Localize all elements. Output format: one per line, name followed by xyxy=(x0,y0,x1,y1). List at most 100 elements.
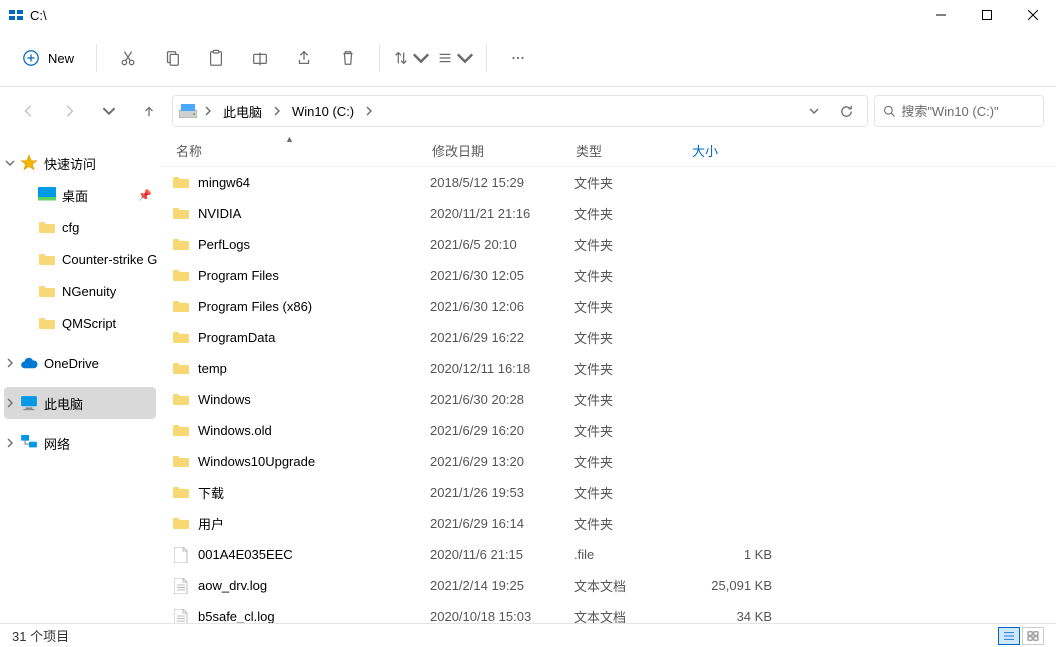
list-item[interactable]: Windows2021/6/30 20:28文件夹 xyxy=(160,384,1056,415)
column-header-row: 名称 ▲ 修改日期 类型 大小 xyxy=(160,135,1056,167)
network-icon xyxy=(20,434,38,452)
list-item[interactable]: 用户2021/6/29 16:14文件夹 xyxy=(160,508,1056,539)
title-bar: C:\ xyxy=(0,0,1056,30)
file-date: 2020/12/11 16:18 xyxy=(430,361,574,376)
search-input[interactable] xyxy=(901,104,1035,119)
desktop-icon xyxy=(38,186,56,204)
file-type: 文件夹 xyxy=(574,297,690,316)
chevron-right-icon[interactable] xyxy=(2,435,18,451)
folder-icon xyxy=(172,236,190,254)
file-type: 文本文档 xyxy=(574,607,690,623)
file-date: 2018/5/12 15:29 xyxy=(430,175,574,190)
text-file-icon xyxy=(172,608,190,624)
new-button[interactable]: New xyxy=(12,39,84,77)
toolbar-divider xyxy=(486,44,487,72)
new-button-label: New xyxy=(48,51,74,66)
list-item[interactable]: Windows10Upgrade2021/6/29 13:20文件夹 xyxy=(160,446,1056,477)
list-item[interactable]: ProgramData2021/6/29 16:22文件夹 xyxy=(160,322,1056,353)
file-size: 25,091 KB xyxy=(690,578,772,593)
file-size: 1 KB xyxy=(690,547,772,562)
cut-button[interactable] xyxy=(109,39,147,77)
file-type: .file xyxy=(574,547,690,562)
list-item[interactable]: 001A4E035EEC2020/11/6 21:15.file1 KB xyxy=(160,539,1056,570)
folder-icon xyxy=(172,453,190,471)
tree-item[interactable]: cfg xyxy=(0,211,160,243)
column-header-size[interactable]: 大小 xyxy=(680,135,770,166)
folder-icon xyxy=(172,391,190,409)
tree-onedrive[interactable]: OneDrive xyxy=(0,347,160,379)
file-name: 用户 xyxy=(198,514,430,533)
sort-button[interactable] xyxy=(392,39,430,77)
rename-button[interactable] xyxy=(241,39,279,77)
file-list-pane: 名称 ▲ 修改日期 类型 大小 mingw642018/5/12 15:29文件… xyxy=(160,135,1056,623)
window-close-button[interactable] xyxy=(1010,0,1056,30)
breadcrumb-this-pc[interactable]: 此电脑 xyxy=(219,100,266,123)
list-item[interactable]: mingw642018/5/12 15:29文件夹 xyxy=(160,167,1056,198)
window-app-icon xyxy=(8,7,24,23)
tree-label: OneDrive xyxy=(44,356,99,371)
list-item[interactable]: PerfLogs2021/6/5 20:10文件夹 xyxy=(160,229,1056,260)
chevron-right-icon[interactable] xyxy=(270,106,284,116)
tree-network[interactable]: 网络 xyxy=(0,427,160,459)
column-header-name[interactable]: 名称 ▲ xyxy=(160,135,420,166)
tree-item[interactable]: QMScript xyxy=(0,307,160,339)
search-box[interactable] xyxy=(874,95,1044,127)
tree-label: 桌面 xyxy=(62,186,88,205)
window-minimize-button[interactable] xyxy=(918,0,964,30)
breadcrumb-drive[interactable]: Win10 (C:) xyxy=(288,102,358,121)
more-button[interactable] xyxy=(499,39,537,77)
view-thumbnails-button[interactable] xyxy=(1022,627,1044,645)
address-bar[interactable]: 此电脑 Win10 (C:) xyxy=(172,95,868,127)
nav-recent-dropdown[interactable] xyxy=(92,94,126,128)
chevron-down-icon[interactable] xyxy=(2,155,18,171)
tree-label: QMScript xyxy=(62,316,116,331)
nav-up-button[interactable] xyxy=(132,94,166,128)
delete-button[interactable] xyxy=(329,39,367,77)
list-item[interactable]: 下载2021/1/26 19:53文件夹 xyxy=(160,477,1056,508)
file-list[interactable]: mingw642018/5/12 15:29文件夹NVIDIA2020/11/2… xyxy=(160,167,1056,623)
chevron-right-icon[interactable] xyxy=(2,395,18,411)
copy-button[interactable] xyxy=(153,39,191,77)
list-item[interactable]: Program Files2021/6/30 12:05文件夹 xyxy=(160,260,1056,291)
tree-label: Counter-strike G xyxy=(62,252,157,267)
list-item[interactable]: aow_drv.log2021/2/14 19:25文本文档25,091 KB xyxy=(160,570,1056,601)
window-maximize-button[interactable] xyxy=(964,0,1010,30)
view-button[interactable] xyxy=(436,39,474,77)
list-item[interactable]: NVIDIA2020/11/21 21:16文件夹 xyxy=(160,198,1056,229)
tree-this-pc[interactable]: 此电脑 xyxy=(4,387,156,419)
list-item[interactable]: Windows.old2021/6/29 16:20文件夹 xyxy=(160,415,1056,446)
chevron-right-icon[interactable] xyxy=(201,106,215,116)
folder-icon xyxy=(172,329,190,347)
file-date: 2021/6/5 20:10 xyxy=(430,237,574,252)
file-name: Windows xyxy=(198,392,430,407)
view-details-button[interactable] xyxy=(998,627,1020,645)
chevron-right-icon[interactable] xyxy=(362,106,376,116)
file-type: 文件夹 xyxy=(574,514,690,533)
tree-desktop[interactable]: 桌面 📌 xyxy=(0,179,160,211)
refresh-button[interactable] xyxy=(831,97,861,125)
file-name: b5safe_cl.log xyxy=(198,609,430,623)
monitor-icon xyxy=(20,394,38,412)
nav-back-button[interactable] xyxy=(12,94,46,128)
list-item[interactable]: temp2020/12/11 16:18文件夹 xyxy=(160,353,1056,384)
paste-button[interactable] xyxy=(197,39,235,77)
list-item[interactable]: b5safe_cl.log2020/10/18 15:03文本文档34 KB xyxy=(160,601,1056,623)
file-name: NVIDIA xyxy=(198,206,430,221)
list-item[interactable]: Program Files (x86)2021/6/30 12:06文件夹 xyxy=(160,291,1056,322)
folder-icon xyxy=(38,250,56,268)
tree-label: 快速访问 xyxy=(44,154,96,173)
tree-item[interactable]: NGenuity xyxy=(0,275,160,307)
column-header-type[interactable]: 类型 xyxy=(564,135,680,166)
file-date: 2021/6/29 13:20 xyxy=(430,454,574,469)
address-dropdown-button[interactable] xyxy=(799,97,829,125)
share-button[interactable] xyxy=(285,39,323,77)
chevron-right-icon[interactable] xyxy=(2,355,18,371)
column-header-date[interactable]: 修改日期 xyxy=(420,135,564,166)
pin-icon: 📌 xyxy=(138,189,152,202)
file-type: 文件夹 xyxy=(574,173,690,192)
tree-quick-access[interactable]: 快速访问 xyxy=(0,147,160,179)
tree-item[interactable]: Counter-strike G xyxy=(0,243,160,275)
nav-forward-button[interactable] xyxy=(52,94,86,128)
file-date: 2021/6/30 20:28 xyxy=(430,392,574,407)
file-type: 文件夹 xyxy=(574,328,690,347)
